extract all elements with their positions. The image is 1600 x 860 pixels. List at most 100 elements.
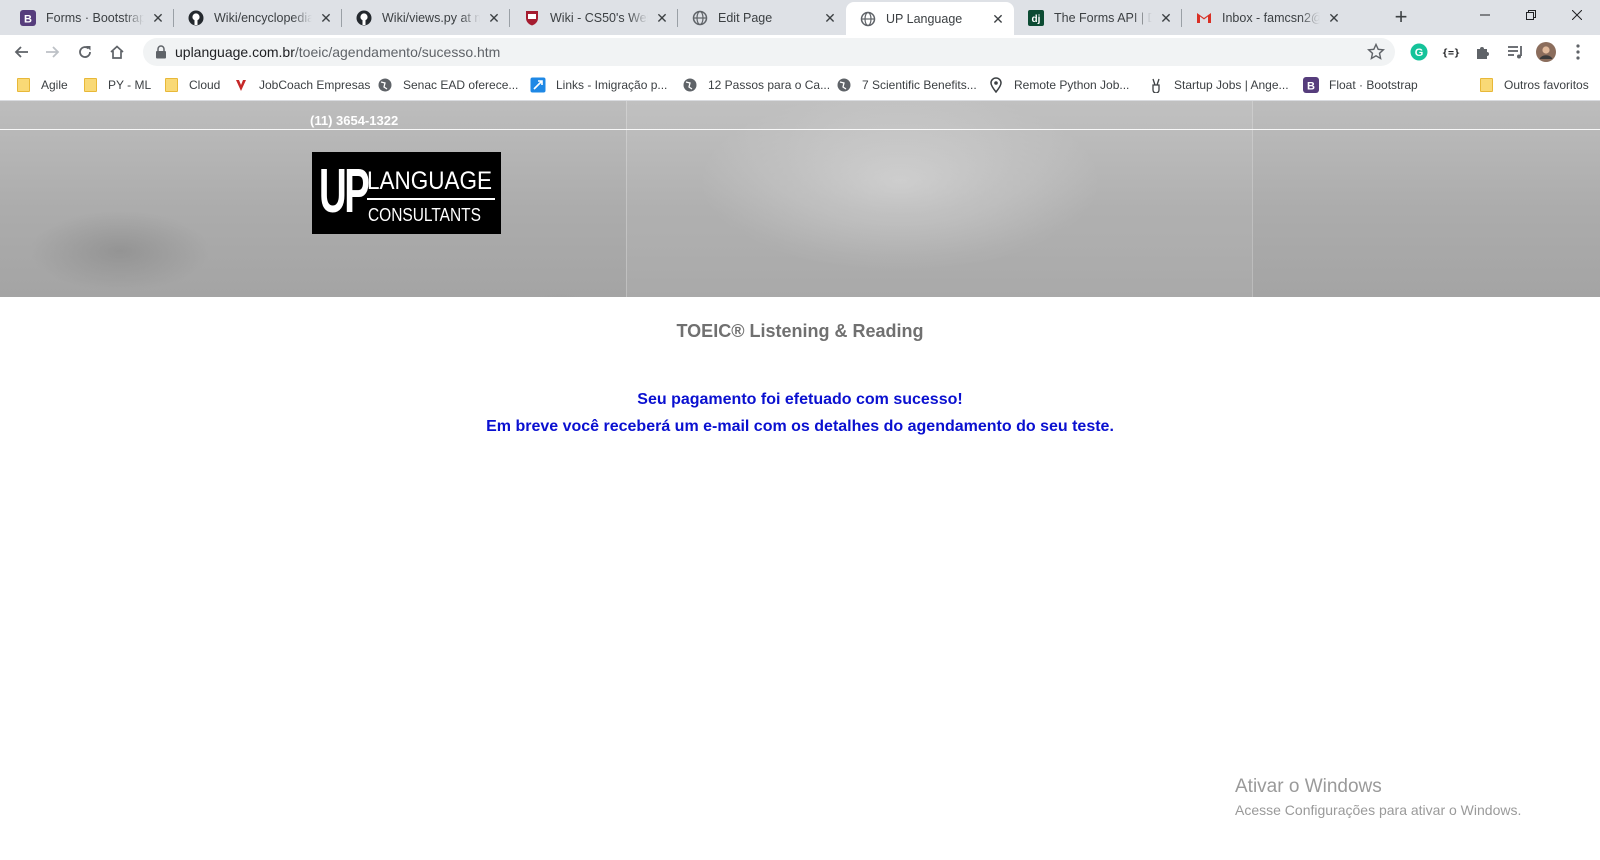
bootstrap-icon: B: [1303, 77, 1319, 93]
texture-seam: [1252, 101, 1253, 297]
tab-wiki-encyclopedia[interactable]: Wiki/encyclopedia at ✕: [174, 0, 342, 35]
tab-django-forms[interactable]: dj The Forms API | Djan ✕: [1014, 0, 1182, 35]
link-icon: [530, 77, 546, 93]
globe-icon: [860, 11, 876, 27]
bookmark-label: Cloud: [189, 78, 221, 92]
texture-tile: [626, 101, 1252, 297]
watermark-title: Ativar o Windows: [1235, 776, 1382, 797]
tab-forms-bootstrap[interactable]: B Forms · Bootstrap ✕: [6, 0, 174, 35]
reload-icon: [79, 46, 91, 58]
bookmark-label: 7 Scientific Benefits...: [862, 78, 977, 92]
tab-wiki-views[interactable]: Wiki/views.py at ma ✕: [342, 0, 510, 35]
home-button[interactable]: [103, 38, 131, 66]
tab-title: Wiki/views.py at ma: [382, 10, 480, 25]
tab-title: UP Language: [886, 11, 963, 26]
header-rule: [0, 129, 1600, 130]
watermark-subtitle: Acesse Configurações para ativar o Windo…: [1235, 802, 1522, 818]
bookmark-star-icon[interactable]: [1367, 43, 1385, 61]
back-button[interactable]: [7, 38, 35, 66]
bookmark-links-imigracao[interactable]: Links - Imigração p...: [530, 75, 667, 95]
close-icon[interactable]: ✕: [654, 10, 670, 26]
header-banner: (11) 3654-1322 UP LANGUAGE CONSULTANTS: [0, 101, 1600, 297]
peace-hand-icon: [1148, 77, 1164, 93]
tab-title: Wiki/encyclopedia at: [214, 10, 312, 25]
close-icon[interactable]: ✕: [1326, 10, 1342, 26]
bookmark-label: Float · Bootstrap: [1329, 78, 1418, 92]
bookmark-label: Links - Imigração p...: [556, 78, 668, 92]
svg-text:B: B: [24, 13, 32, 25]
tab-gmail-inbox[interactable]: Inbox - famcsn2@g ✕: [1182, 0, 1350, 35]
svg-text:B: B: [1307, 81, 1315, 93]
reload-button[interactable]: [71, 38, 99, 66]
close-icon[interactable]: ✕: [1158, 10, 1174, 26]
bookmark-label: Agile: [41, 78, 68, 92]
arrow-right-icon: [46, 46, 60, 58]
tab-title: Edit Page: [718, 10, 773, 25]
logo-line2: CONSULTANTS: [368, 205, 481, 225]
bookmark-12-passos[interactable]: 12 Passos para o Ca...: [682, 75, 830, 95]
email-notice: Em breve você receberá um e-mail com os …: [486, 418, 1114, 435]
tab-title: Inbox - famcsn2@g: [1222, 10, 1320, 25]
address-bar[interactable]: uplanguage.com.br/toeic/agendamento/suce…: [143, 38, 1395, 66]
page-title: TOEIC® Listening & Reading: [676, 321, 924, 341]
tab-cs50-wiki[interactable]: Wiki - CS50's Web P ✕: [510, 0, 678, 35]
tab-title: The Forms API | Djan: [1054, 10, 1152, 25]
bookmark-remote-python[interactable]: Remote Python Job...: [988, 75, 1129, 95]
success-message: Seu pagamento foi efetuado com sucesso!: [637, 391, 963, 408]
bookmark-jobcoach[interactable]: JobCoach Empresas: [233, 75, 370, 95]
bookmark-agile[interactable]: Agile: [15, 75, 68, 95]
tab-edit-page[interactable]: Edit Page ✕: [678, 0, 846, 35]
location-pin-icon: [988, 77, 1004, 93]
globe-icon: [692, 10, 708, 26]
grammarly-icon[interactable]: G: [1409, 42, 1429, 62]
kebab-menu-icon[interactable]: [1568, 42, 1588, 62]
new-tab-button[interactable]: +: [1389, 6, 1413, 30]
close-icon[interactable]: ✕: [822, 10, 838, 26]
bookmark-startup-jobs[interactable]: Startup Jobs | Ange...: [1148, 75, 1289, 95]
restore-button[interactable]: [1508, 0, 1554, 30]
profile-avatar[interactable]: [1536, 42, 1556, 62]
up-language-logo[interactable]: UP LANGUAGE CONSULTANTS: [312, 152, 501, 234]
bookmark-senac[interactable]: Senac EAD oferece...: [377, 75, 518, 95]
close-window-button[interactable]: [1554, 0, 1600, 30]
home-icon: [110, 45, 124, 59]
media-queue-icon[interactable]: [1505, 42, 1525, 62]
minimize-button[interactable]: [1462, 0, 1508, 30]
close-icon[interactable]: ✕: [990, 11, 1006, 27]
logo-divider: [367, 198, 495, 200]
bookmark-outros-favoritos[interactable]: Outros favoritos: [1478, 75, 1589, 95]
windows-activation-watermark: Ativar o Windows Acesse Configurações pa…: [1235, 776, 1521, 818]
folder-icon: [1478, 77, 1494, 93]
tab-strip: B Forms · Bootstrap ✕ Wiki/encyclopedia …: [0, 0, 1600, 35]
browser-toolbar: uplanguage.com.br/toeic/agendamento/suce…: [0, 35, 1600, 69]
harvard-shield-icon: [524, 10, 540, 26]
tab-title: Forms · Bootstrap: [46, 10, 144, 25]
bookmark-label: Outros favoritos: [1504, 78, 1589, 92]
bookmarks-bar: Agile PY - ML Cloud JobCoach Empresas Se…: [0, 69, 1600, 101]
extensions-puzzle-icon[interactable]: [1473, 42, 1493, 62]
url-domain: uplanguage.com.br: [175, 44, 295, 60]
forward-button[interactable]: [39, 38, 67, 66]
bookmark-label: JobCoach Empresas: [259, 78, 371, 92]
bookmark-label: Remote Python Job...: [1014, 78, 1130, 92]
close-icon[interactable]: ✕: [486, 10, 502, 26]
bookmark-label: Senac EAD oferece...: [403, 78, 519, 92]
phone-number: (11) 3654-1322: [310, 113, 399, 128]
json-viewer-icon[interactable]: {=}: [1441, 42, 1461, 62]
bookmark-label: Startup Jobs | Ange...: [1174, 78, 1289, 92]
bookmark-float-bootstrap[interactable]: B Float · Bootstrap: [1303, 75, 1418, 95]
logo-line1: LANGUAGE: [367, 167, 493, 195]
bookmark-py-ml[interactable]: PY - ML: [82, 75, 151, 95]
folder-icon: [82, 77, 98, 93]
svg-text:{=}: {=}: [1442, 48, 1460, 59]
gmail-icon: [1196, 10, 1212, 26]
bookmark-label: 12 Passos para o Ca...: [708, 78, 831, 92]
bookmark-7-scientific[interactable]: 7 Scientific Benefits...: [836, 75, 977, 95]
bookmark-label: PY - ML: [108, 78, 152, 92]
close-icon[interactable]: ✕: [318, 10, 334, 26]
close-icon[interactable]: ✕: [150, 10, 166, 26]
bookmark-cloud[interactable]: Cloud: [163, 75, 220, 95]
tab-up-language[interactable]: UP Language ✕: [846, 2, 1014, 35]
globe-icon: [682, 77, 698, 93]
folder-icon: [15, 77, 31, 93]
